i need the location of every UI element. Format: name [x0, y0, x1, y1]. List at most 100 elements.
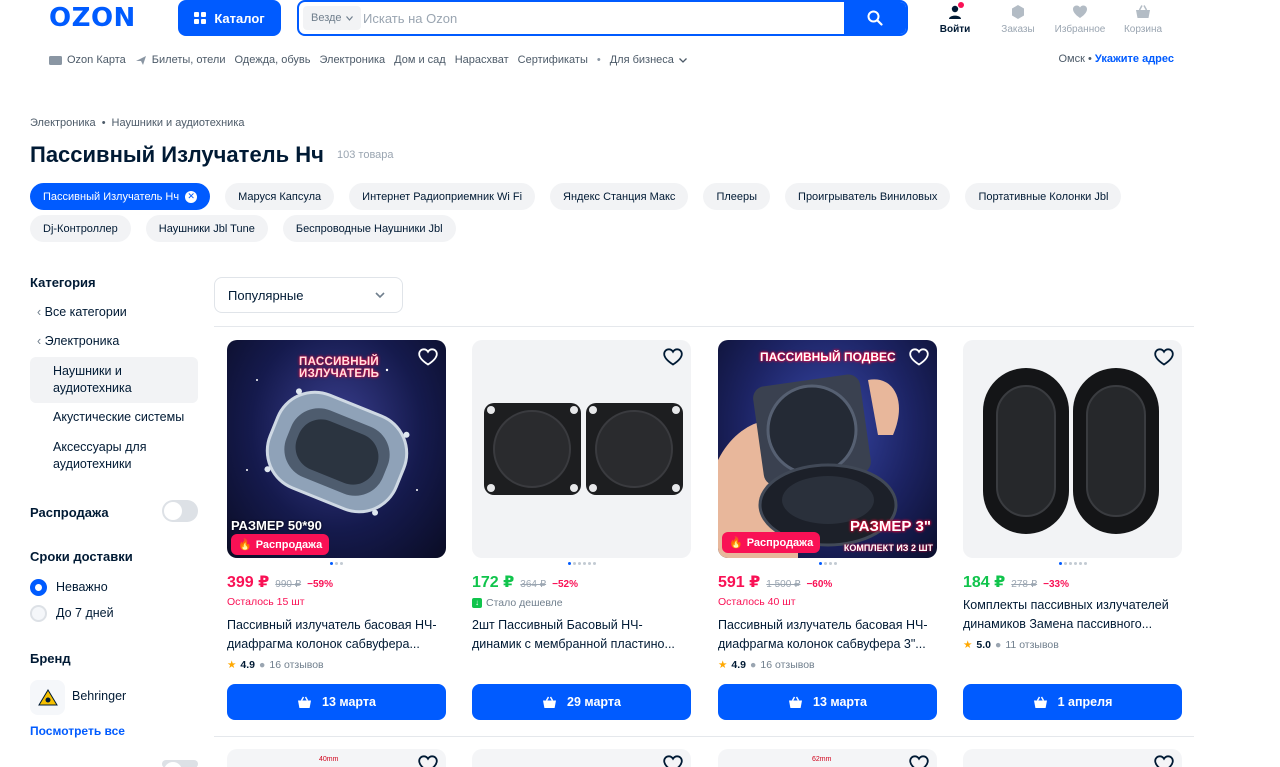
chip-label: Интернет Радиоприемник Wi Fi [362, 190, 523, 203]
subnav-electronics[interactable]: Электроника [319, 54, 385, 66]
ozon-logo[interactable]: OZON [49, 3, 136, 33]
favorite-heart-icon[interactable] [909, 755, 929, 767]
brand-behringer[interactable]: Behringer [72, 689, 192, 703]
location[interactable]: Омск • Укажите адрес [1059, 53, 1175, 65]
subnav-label: Дом и сад [394, 54, 446, 66]
catalog-button[interactable]: Каталог [178, 0, 281, 36]
add-to-cart-button[interactable]: 13 марта [227, 684, 446, 720]
next-filter-toggle[interactable] [162, 760, 198, 767]
favorite-heart-icon[interactable] [909, 348, 929, 366]
favorite-heart-icon[interactable] [1154, 348, 1174, 366]
sort-select[interactable]: Популярные [214, 277, 403, 313]
comment-icon: ● [259, 659, 266, 671]
product-name[interactable]: Пассивный излучатель басовая НЧ-диафрагм… [227, 616, 446, 654]
close-icon[interactable]: ✕ [185, 190, 198, 203]
breadcrumb-separator: • [101, 117, 106, 129]
product-image[interactable] [963, 340, 1182, 558]
login-button[interactable]: Войти [925, 2, 985, 35]
product-card[interactable]: ПАССИВНЫЙ ИЗЛУЧАТЕЛЬ РАЗМЕР 50*90 🔥 Распр… [227, 340, 446, 720]
category-current[interactable]: Наушники и аудиотехника [30, 357, 198, 403]
subnav-home[interactable]: Дом и сад [394, 54, 446, 66]
favorite-heart-icon[interactable] [663, 348, 683, 366]
product-name[interactable]: Пассивный излучатель басовая НЧ-диафрагм… [718, 616, 937, 654]
subnav-ozon-card[interactable]: Ozon Карта [49, 54, 126, 66]
chip[interactable]: Наушники Jbl Tune [145, 215, 268, 242]
breadcrumb-item[interactable]: Электроника [30, 117, 96, 129]
see-all-brands-link[interactable]: Посмотреть все [30, 724, 198, 738]
product-card-next[interactable]: 62mm [718, 749, 937, 767]
subnav-bestsellers[interactable]: Нарасхват [455, 54, 509, 66]
reviews-count: 16 отзывов [760, 659, 815, 671]
breadcrumb-item[interactable]: Наушники и аудиотехника [112, 117, 245, 129]
address-link[interactable]: Укажите адрес [1095, 53, 1174, 65]
subnav-clothes[interactable]: Одежда, обувь [234, 54, 310, 66]
add-to-cart-button[interactable]: 1 апреля [963, 684, 1182, 720]
product-card[interactable]: ПАССИВНЫЙ ПОДВЕС РАЗМЕР 3" КОМПЛЕКТ ИЗ 2… [718, 340, 937, 720]
favorite-heart-icon[interactable] [418, 755, 438, 767]
chip[interactable]: Проигрыватель Виниловых [785, 183, 951, 210]
favorite-heart-icon[interactable] [1154, 755, 1174, 767]
category-accessories[interactable]: Аксессуары для аудиотехники [53, 439, 173, 473]
related-chips: Пассивный Излучатель Нч ✕ Маруся Капсула … [30, 183, 1190, 242]
chip-active[interactable]: Пассивный Излучатель Нч ✕ [30, 183, 211, 210]
image-pager[interactable] [472, 562, 691, 566]
product-card-next[interactable] [963, 749, 1182, 767]
product-name[interactable]: Комплекты пассивных излучателей динамико… [963, 596, 1182, 634]
product-card[interactable]: 172 ₽ 364 ₽ −52% ↓ Стало дешевле 2шт Пас… [472, 340, 691, 720]
product-image[interactable]: ПАССИВНЫЙ ИЗЛУЧАТЕЛЬ РАЗМЕР 50*90 🔥 Распр… [227, 340, 446, 558]
subnav-label: Для бизнеса [609, 54, 674, 66]
cart-button[interactable]: Корзина [1113, 4, 1173, 35]
favorite-heart-icon[interactable] [663, 755, 683, 767]
search-button[interactable] [844, 2, 906, 34]
product-image[interactable] [472, 340, 691, 558]
image-pager[interactable] [227, 562, 446, 566]
stock-note: Осталось 15 шт [227, 596, 305, 608]
price: 184 ₽ [963, 574, 1006, 591]
delivery-7days-label[interactable]: До 7 дней [56, 606, 176, 620]
category-electronics[interactable]: ‹ Электроника [37, 334, 205, 348]
product-card-next[interactable]: 40mm [227, 749, 446, 767]
delivery-any-label[interactable]: Неважно [56, 580, 176, 594]
basket-icon [1136, 5, 1150, 18]
delivery-any-radio[interactable] [30, 579, 47, 596]
rating[interactable]: ★ 5.0 ● 11 отзывов [963, 638, 1182, 652]
chip[interactable]: Яндекс Станция Макс [550, 183, 689, 210]
category-label: Акустические системы [53, 410, 185, 424]
favorite-heart-icon[interactable] [418, 348, 438, 366]
product-card-next[interactable] [472, 749, 691, 767]
image-caption-top: ПАССИВНЫЙ ПОДВЕС [760, 350, 896, 364]
discount: −60% [806, 579, 833, 590]
search-scope-select[interactable]: Везде [303, 6, 361, 30]
orders-button[interactable]: Заказы [988, 4, 1048, 35]
add-to-cart-button[interactable]: 13 марта [718, 684, 937, 720]
chip[interactable]: Беспроводные Наушники Jbl [282, 215, 456, 242]
image-pager[interactable] [718, 562, 937, 566]
image-caption: 40mm [319, 756, 339, 763]
chip[interactable]: Интернет Радиоприемник Wi Fi [349, 183, 536, 210]
subnav-tickets[interactable]: Билеты, отели [135, 54, 225, 66]
product-card[interactable]: 184 ₽ 278 ₽ −33% Комплекты пассивных изл… [963, 340, 1182, 720]
subnav-business[interactable]: Для бизнеса [610, 54, 687, 66]
chip[interactable]: Dj-Контроллер [30, 215, 131, 242]
delivery-7days-radio[interactable] [30, 605, 47, 622]
subnav-certificates[interactable]: Сертификаты [518, 54, 588, 66]
chip[interactable]: Портативные Колонки Jbl [965, 183, 1122, 210]
sale-toggle[interactable] [162, 500, 198, 522]
divider [214, 326, 1194, 327]
add-to-cart-button[interactable]: 29 марта [472, 684, 691, 720]
star-icon: ★ [227, 659, 237, 671]
rating[interactable]: ★ 4.9 ● 16 отзывов [227, 658, 446, 672]
category-acoustics[interactable]: Акустические системы [53, 410, 198, 424]
divider [214, 736, 1194, 737]
search-input[interactable] [363, 4, 833, 32]
favorites-button[interactable]: Избранное [1050, 4, 1110, 35]
chip[interactable]: Маруся Капсула [225, 183, 335, 210]
chip[interactable]: Плееры [703, 183, 771, 210]
product-name[interactable]: 2шт Пассивный Басовый НЧ-динамик с мембр… [472, 616, 691, 654]
rating[interactable]: ★ 4.9 ● 16 отзывов [718, 658, 937, 672]
image-pager[interactable] [963, 562, 1182, 566]
chevron-down-icon [375, 292, 385, 299]
product-image[interactable]: ПАССИВНЫЙ ПОДВЕС РАЗМЕР 3" КОМПЛЕКТ ИЗ 2… [718, 340, 937, 558]
chevron-down-icon [678, 57, 687, 63]
category-all[interactable]: ‹ Все категории [37, 305, 205, 319]
